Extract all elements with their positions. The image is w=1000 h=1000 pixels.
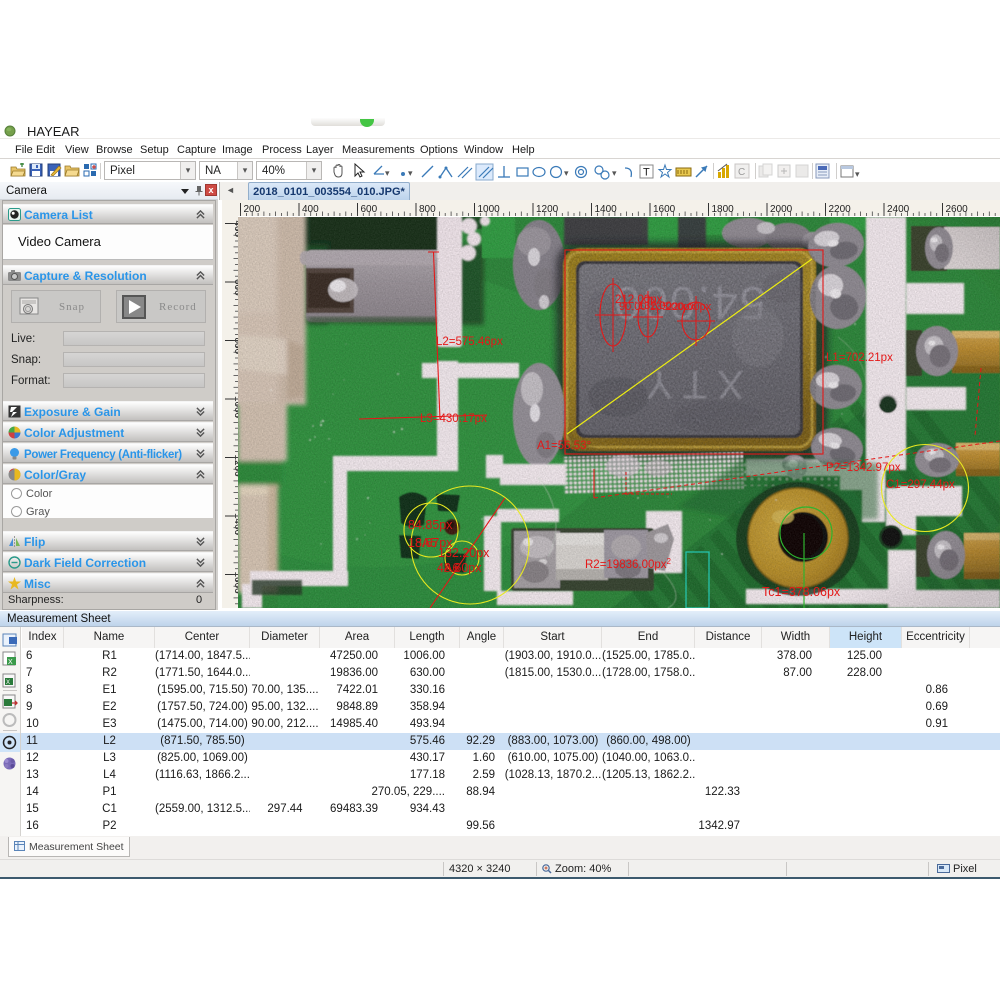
svg-text:8A5: 8A5 xyxy=(415,536,437,550)
svg-text:C: C xyxy=(738,167,745,178)
svg-text:A6: A6 xyxy=(444,561,459,575)
svg-text:2600: 2600 xyxy=(946,204,969,215)
svg-text:T: T xyxy=(643,167,650,179)
svg-text:X: X xyxy=(8,659,13,666)
svg-text:132.20px: 132.20px xyxy=(438,546,490,560)
svg-text:1000: 1000 xyxy=(478,204,501,215)
svg-text:▾: ▾ xyxy=(385,168,390,178)
svg-text:2000: 2000 xyxy=(770,204,793,215)
svg-text:1400: 1400 xyxy=(595,204,618,215)
svg-text:220.00px: 220.00px xyxy=(666,301,712,313)
svg-text:▾: ▾ xyxy=(855,169,860,179)
svg-text:HAYEAR: HAYEAR xyxy=(27,124,80,139)
svg-text:Tc1=378.06px: Tc1=378.06px xyxy=(762,585,841,599)
svg-text:1200: 1200 xyxy=(536,204,559,215)
svg-text:A1=56.53°: A1=56.53° xyxy=(537,440,591,452)
svg-text:P2=1342.97px: P2=1342.97px xyxy=(826,462,901,474)
svg-text:R2=19836.00px2: R2=19836.00px2 xyxy=(585,557,672,571)
svg-text:▾: ▾ xyxy=(564,168,569,178)
svg-text:1600: 1600 xyxy=(653,204,676,215)
svg-text:132.00: 132.00 xyxy=(638,300,672,312)
svg-text:X: X xyxy=(6,680,10,686)
svg-text:▾: ▾ xyxy=(408,168,413,178)
svg-text:L1=702.21px: L1=702.21px xyxy=(826,352,893,364)
svg-text:C1=297.44px: C1=297.44px xyxy=(886,479,955,491)
svg-text:1800: 1800 xyxy=(712,204,735,215)
svg-text:L2=575.46px: L2=575.46px xyxy=(436,336,503,348)
svg-text:▾: ▾ xyxy=(612,168,617,178)
svg-text:2400: 2400 xyxy=(887,204,910,215)
svg-text:2200: 2200 xyxy=(829,204,852,215)
svg-text:84.85px: 84.85px xyxy=(408,518,453,532)
svg-text:L3=430.17px: L3=430.17px xyxy=(420,413,487,425)
